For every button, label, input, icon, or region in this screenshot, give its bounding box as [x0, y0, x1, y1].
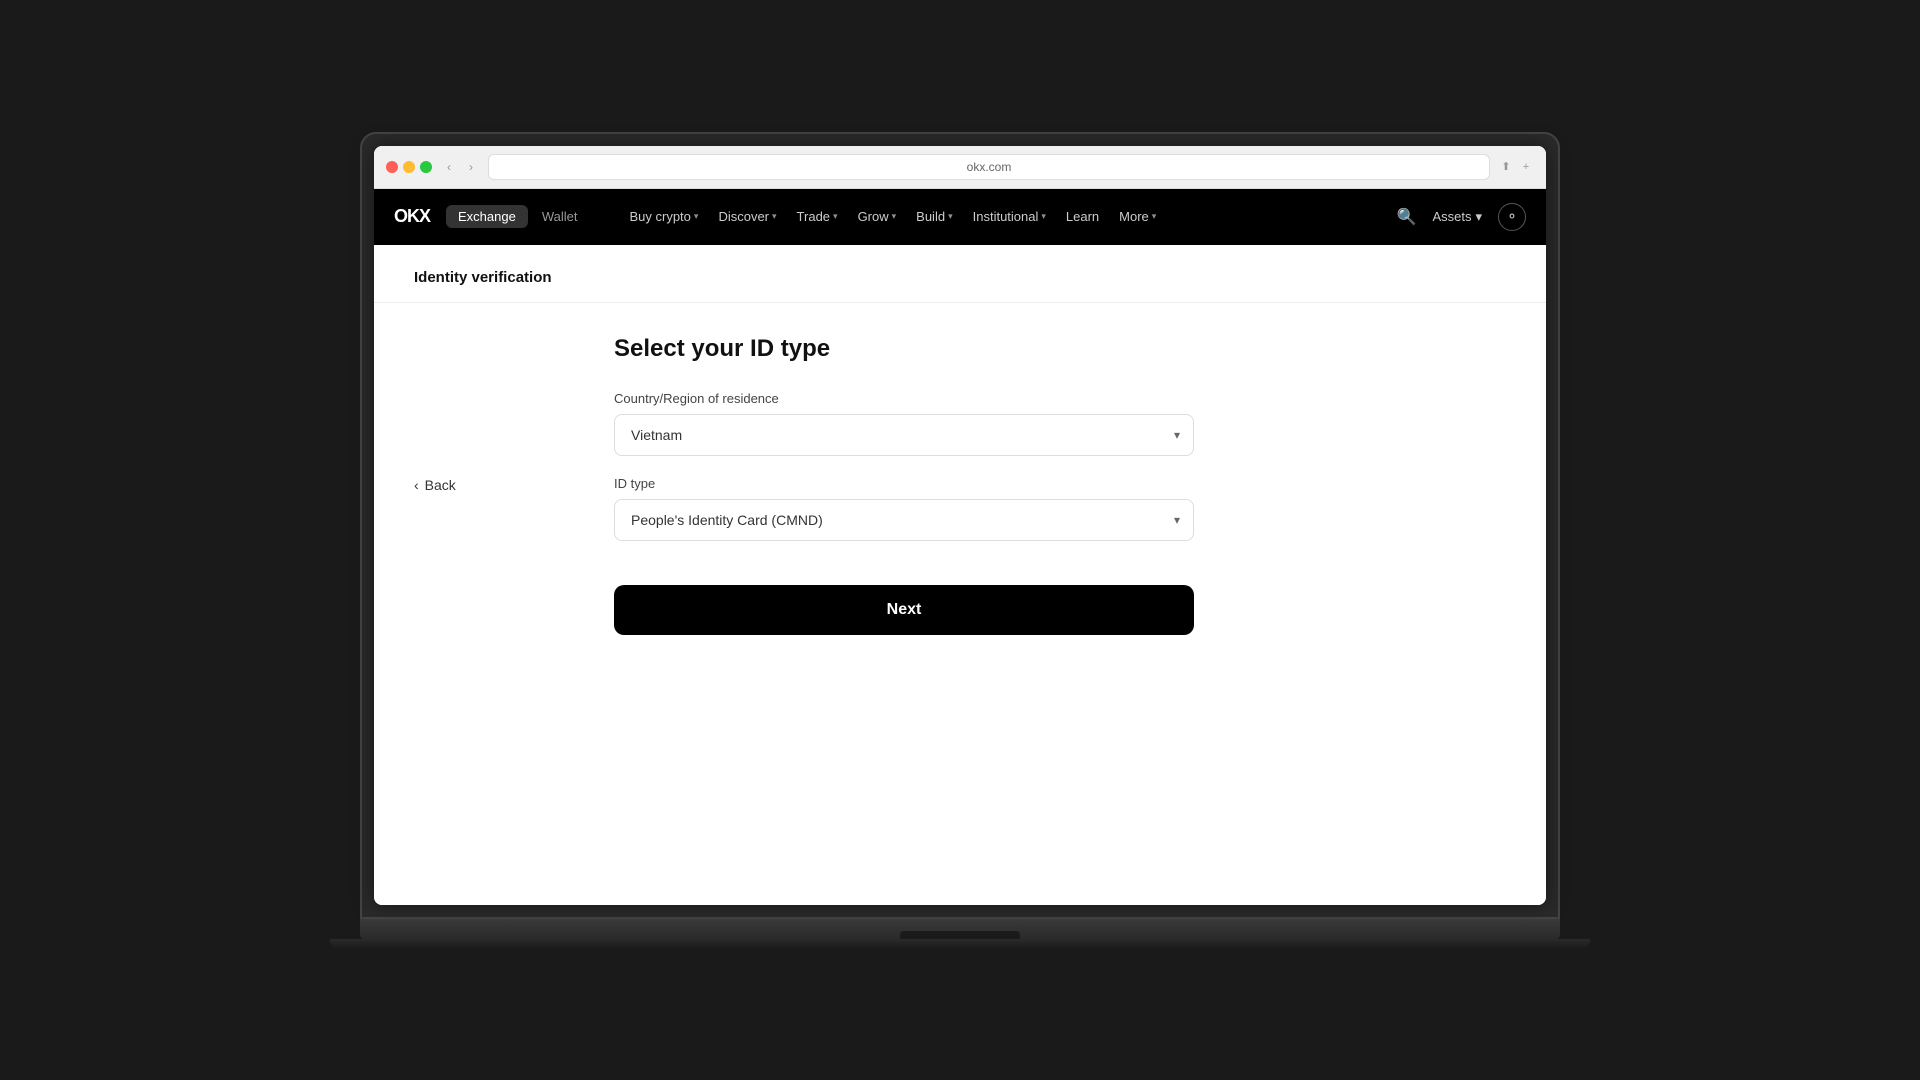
nav-buy-crypto-label: Buy crypto	[629, 209, 690, 224]
assets-button[interactable]: Assets ▾	[1432, 209, 1482, 225]
chevron-down-icon: ▾	[1041, 211, 1046, 222]
assets-chevron-icon: ▾	[1475, 209, 1482, 225]
back-button[interactable]: ‹ Back	[414, 335, 614, 635]
browser-nav: ‹ ›	[440, 158, 480, 176]
chevron-down-icon: ▾	[892, 211, 897, 222]
id-type-label: ID type	[614, 476, 1194, 491]
id-type-select[interactable]: People's Identity Card (CMND) Passport D…	[614, 499, 1194, 541]
okx-logo[interactable]: OKX	[394, 206, 430, 227]
back-nav-btn[interactable]: ‹	[440, 158, 458, 176]
country-form-group: Country/Region of residence Vietnam Unit…	[614, 391, 1194, 456]
nav-discover[interactable]: Discover ▾	[710, 203, 784, 230]
assets-label: Assets	[1432, 209, 1471, 224]
browser-chrome: ‹ › okx.com ⬆ +	[374, 146, 1546, 189]
exchange-toggle-btn[interactable]: Exchange	[446, 205, 528, 228]
okx-navbar: OKX Exchange Wallet Buy crypto ▾ Discove…	[374, 189, 1546, 245]
form-area: Select your ID type Country/Region of re…	[614, 335, 1194, 635]
back-chevron-icon: ‹	[414, 477, 419, 493]
id-type-select-wrapper: People's Identity Card (CMND) Passport D…	[614, 499, 1194, 541]
wallet-toggle-btn[interactable]: Wallet	[530, 205, 590, 228]
profile-icon[interactable]: ⚬	[1498, 203, 1526, 231]
content-area: ‹ Back Select your ID type Country/Regio…	[414, 303, 1506, 635]
nav-learn-label: Learn	[1066, 209, 1099, 224]
maximize-traffic-light[interactable]	[420, 161, 432, 173]
laptop-base	[330, 939, 1590, 949]
nav-links: Buy crypto ▾ Discover ▾ Trade ▾ Grow ▾	[621, 203, 1376, 230]
back-label: Back	[425, 477, 456, 493]
id-type-form-group: ID type People's Identity Card (CMND) Pa…	[614, 476, 1194, 541]
page-title: Identity verification	[414, 269, 1506, 286]
nav-trade[interactable]: Trade ▾	[789, 203, 846, 230]
minimize-traffic-light[interactable]	[403, 161, 415, 173]
nav-grow[interactable]: Grow ▾	[850, 203, 905, 230]
country-select[interactable]: Vietnam United States United Kingdom Sin…	[614, 414, 1194, 456]
traffic-lights	[386, 161, 432, 173]
laptop-frame: ‹ › okx.com ⬆ + OKX Exchange Wallet	[360, 132, 1560, 949]
nav-build-label: Build	[916, 209, 945, 224]
laptop-bottom	[360, 919, 1560, 939]
laptop-notch	[900, 931, 1020, 939]
nav-right: 🔍 Assets ▾ ⚬	[1397, 203, 1526, 231]
nav-build[interactable]: Build ▾	[908, 203, 960, 230]
okx-logo-box: OKX Exchange Wallet	[394, 205, 589, 228]
laptop-screen: ‹ › okx.com ⬆ + OKX Exchange Wallet	[360, 132, 1560, 919]
add-tab-icon[interactable]: +	[1518, 159, 1534, 175]
nav-more-label: More	[1119, 209, 1149, 224]
close-traffic-light[interactable]	[386, 161, 398, 173]
nav-institutional-label: Institutional	[973, 209, 1039, 224]
chevron-down-icon: ▾	[1152, 211, 1157, 222]
chevron-down-icon: ▾	[948, 211, 953, 222]
nav-discover-label: Discover	[718, 209, 769, 224]
nav-buy-crypto[interactable]: Buy crypto ▾	[621, 203, 706, 230]
search-icon[interactable]: 🔍	[1397, 207, 1417, 227]
exchange-wallet-toggle: Exchange Wallet	[446, 205, 589, 228]
address-bar[interactable]: okx.com	[488, 154, 1490, 180]
nav-trade-label: Trade	[797, 209, 830, 224]
url-text: okx.com	[967, 160, 1012, 174]
forward-nav-btn[interactable]: ›	[462, 158, 480, 176]
nav-more[interactable]: More ▾	[1111, 203, 1164, 230]
chevron-down-icon: ▾	[694, 211, 699, 222]
page-content: Identity verification ‹ Back Select your…	[374, 245, 1546, 905]
country-select-wrapper: Vietnam United States United Kingdom Sin…	[614, 414, 1194, 456]
share-icon[interactable]: ⬆	[1498, 159, 1514, 175]
browser-window: ‹ › okx.com ⬆ + OKX Exchange Wallet	[374, 146, 1546, 905]
nav-institutional[interactable]: Institutional ▾	[965, 203, 1054, 230]
chevron-down-icon: ▾	[833, 211, 838, 222]
country-label: Country/Region of residence	[614, 391, 1194, 406]
nav-grow-label: Grow	[858, 209, 889, 224]
nav-learn[interactable]: Learn	[1058, 203, 1107, 230]
next-button[interactable]: Next	[614, 585, 1194, 635]
chevron-down-icon: ▾	[772, 211, 777, 222]
browser-actions: ⬆ +	[1498, 159, 1534, 175]
form-heading: Select your ID type	[614, 335, 1194, 363]
